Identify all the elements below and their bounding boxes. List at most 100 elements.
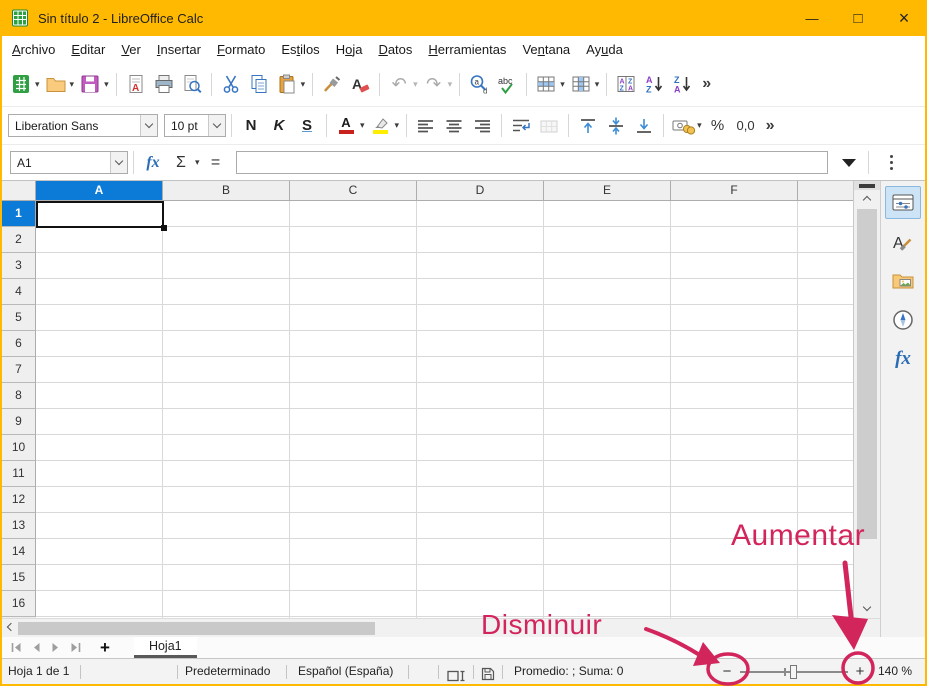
column-header-c[interactable]: C bbox=[290, 181, 417, 200]
print-preview-button[interactable] bbox=[178, 69, 206, 99]
column-header-e[interactable]: E bbox=[544, 181, 671, 200]
number-format-button[interactable]: 0,0 bbox=[732, 111, 760, 141]
vertical-scrollbar-thumb[interactable] bbox=[857, 209, 877, 539]
function-wizard-button[interactable]: fx bbox=[139, 148, 167, 178]
clone-formatting-button[interactable] bbox=[318, 69, 346, 99]
find-replace-button[interactable]: ad bbox=[465, 69, 493, 99]
toolbar-overflow-button[interactable]: » bbox=[702, 75, 711, 93]
column-header-d[interactable]: D bbox=[417, 181, 544, 200]
save-state-indicator[interactable] bbox=[481, 665, 495, 686]
copy-button[interactable] bbox=[245, 69, 273, 99]
redo-dropdown[interactable]: ▾ bbox=[448, 79, 453, 90]
horizontal-scrollbar[interactable] bbox=[2, 618, 880, 637]
sort-descending-button[interactable]: ZA bbox=[668, 69, 696, 99]
menu-editar[interactable]: Editar bbox=[63, 38, 113, 61]
currency-format-button[interactable] bbox=[669, 111, 697, 141]
print-button[interactable] bbox=[150, 69, 178, 99]
menu-herramientas[interactable]: Herramientas bbox=[420, 38, 514, 61]
bold-button[interactable]: N bbox=[237, 111, 265, 141]
row-header-1[interactable]: 1 bbox=[2, 201, 36, 227]
open-dropdown[interactable]: ▾ bbox=[70, 79, 75, 90]
column-header-a[interactable]: A bbox=[36, 181, 163, 200]
wrap-text-button[interactable] bbox=[507, 111, 535, 141]
column-dropdown[interactable]: ▾ bbox=[595, 79, 600, 90]
font-name-combo[interactable]: Liberation Sans bbox=[8, 114, 158, 137]
minimize-button[interactable]: — bbox=[789, 0, 835, 36]
formula-button[interactable]: = bbox=[202, 148, 230, 178]
row-header-7[interactable]: 7 bbox=[2, 357, 36, 383]
menu-hoja[interactable]: Hoja bbox=[328, 38, 371, 61]
currency-format-dropdown[interactable]: ▾ bbox=[697, 120, 702, 131]
underline-button[interactable]: S bbox=[293, 111, 321, 141]
menu-ventana[interactable]: Ventana bbox=[514, 38, 578, 61]
row-header-15[interactable]: 15 bbox=[2, 565, 36, 591]
paste-button[interactable] bbox=[273, 69, 301, 99]
row-header-9[interactable]: 9 bbox=[2, 409, 36, 435]
formula-input[interactable] bbox=[236, 151, 828, 174]
zoom-slider-handle[interactable] bbox=[790, 665, 797, 679]
next-sheet-button[interactable] bbox=[46, 638, 66, 658]
horizontal-scrollbar-thumb[interactable] bbox=[18, 622, 375, 635]
font-color-dropdown[interactable]: ▾ bbox=[360, 120, 365, 131]
scroll-left-button[interactable] bbox=[2, 619, 19, 637]
sidebar-functions-tab[interactable]: fx bbox=[885, 342, 921, 375]
zoom-level[interactable]: 140 % bbox=[878, 659, 912, 684]
sheet-tab-hoja1[interactable]: Hoja1 bbox=[134, 637, 197, 658]
merge-cells-button[interactable] bbox=[535, 111, 563, 141]
menu-estilos[interactable]: Estilos bbox=[273, 38, 327, 61]
menu-datos[interactable]: Datos bbox=[370, 38, 420, 61]
redo-button[interactable]: ↷ bbox=[420, 69, 448, 99]
undo-dropdown[interactable]: ▾ bbox=[413, 79, 418, 90]
font-size-dropdown[interactable] bbox=[208, 115, 225, 136]
add-sheet-button[interactable]: + bbox=[100, 639, 110, 656]
row-header-14[interactable]: 14 bbox=[2, 539, 36, 565]
close-button[interactable]: × bbox=[881, 0, 927, 36]
align-center-button[interactable] bbox=[440, 111, 468, 141]
italic-button[interactable]: K bbox=[265, 111, 293, 141]
row-dropdown[interactable]: ▾ bbox=[560, 79, 565, 90]
center-vertically-button[interactable] bbox=[602, 111, 630, 141]
sort-ascending-button[interactable]: AZ bbox=[640, 69, 668, 99]
menu-ayuda[interactable]: Ayuda bbox=[578, 38, 631, 61]
save-button[interactable] bbox=[76, 69, 104, 99]
row-header-11[interactable]: 11 bbox=[2, 461, 36, 487]
sum-dropdown[interactable]: ▾ bbox=[195, 157, 200, 168]
row-header-4[interactable]: 4 bbox=[2, 279, 36, 305]
row-header-16[interactable]: 16 bbox=[2, 591, 36, 617]
fill-handle[interactable] bbox=[161, 225, 167, 231]
sidebar-navigator-tab[interactable] bbox=[885, 303, 921, 336]
row-header-10[interactable]: 10 bbox=[2, 435, 36, 461]
formula-bar-menu-icon[interactable] bbox=[890, 155, 893, 170]
scroll-down-button[interactable] bbox=[854, 600, 880, 617]
sidebar-styles-tab[interactable]: A bbox=[885, 225, 921, 258]
percent-format-button[interactable]: % bbox=[704, 111, 732, 141]
column-header-b[interactable]: B bbox=[163, 181, 290, 200]
insert-row-button[interactable] bbox=[532, 69, 560, 99]
language[interactable]: Español (España) bbox=[298, 659, 393, 684]
align-left-button[interactable] bbox=[412, 111, 440, 141]
open-button[interactable] bbox=[42, 69, 70, 99]
font-name-dropdown[interactable] bbox=[140, 115, 157, 136]
menu-formato[interactable]: Formato bbox=[209, 38, 273, 61]
spelling-button[interactable]: abc bbox=[493, 69, 521, 99]
select-all-corner[interactable] bbox=[2, 181, 36, 201]
insert-mode-indicator[interactable] bbox=[447, 666, 466, 686]
sidebar-gallery-tab[interactable] bbox=[885, 264, 921, 297]
name-box-dropdown[interactable] bbox=[110, 152, 127, 173]
cells-area[interactable] bbox=[36, 201, 853, 618]
column-header-partial[interactable] bbox=[798, 181, 853, 200]
row-header-3[interactable]: 3 bbox=[2, 253, 36, 279]
export-pdf-button[interactable]: A bbox=[122, 69, 150, 99]
font-size-combo[interactable]: 10 pt bbox=[164, 114, 226, 137]
expand-formula-bar-button[interactable] bbox=[842, 159, 856, 167]
name-box[interactable]: A1 bbox=[10, 151, 128, 174]
insert-column-button[interactable] bbox=[567, 69, 595, 99]
sum-button[interactable]: Σ bbox=[167, 148, 195, 178]
new-document-dropdown[interactable]: ▾ bbox=[35, 79, 40, 90]
font-color-button[interactable]: A bbox=[332, 111, 360, 141]
row-header-6[interactable]: 6 bbox=[2, 331, 36, 357]
undo-button[interactable]: ↶ bbox=[385, 69, 413, 99]
vertical-scrollbar[interactable] bbox=[853, 181, 880, 618]
zoom-in-button[interactable]: + bbox=[849, 659, 871, 684]
zoom-slider[interactable] bbox=[740, 671, 848, 673]
